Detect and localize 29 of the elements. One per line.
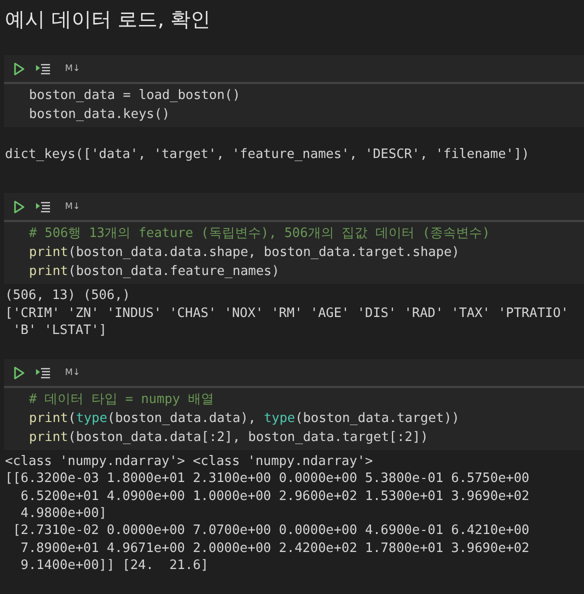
output-line: 'B' 'LSTAT'] [12,322,108,340]
run-icon[interactable] [13,200,25,214]
code-line: print(boston_data.data[:2], boston_data.target[:2]) [29,429,430,448]
section-heading: 예시 데이터 로드, 확인 [4,6,212,33]
output-line: 4.9800e+00] [20,505,108,522]
run-icon[interactable] [13,366,25,380]
code-line: boston_data.keys() [29,106,171,124]
output-line: 6.5200e+01 4.0900e+00 1.0000e+00 2.9600e+02 1.5300e+01 3.9690e+02 [20,488,530,506]
run-icon[interactable] [13,62,25,76]
code-line: print(boston_data.data.shape, boston_data.target.shape) [29,244,460,262]
output-line: 7.8900e+01 4.9671e+00 2.0000e+00 2.4200e+02 1.7800e+01 3.9690e+02 [20,540,530,557]
output-line: ['CRIM' 'ZN' 'INDUS' 'CHAS' 'NOX' 'RM' 'AGE' 'DIS' 'RAD' 'TAX' 'PTRATIO' [5,304,570,322]
code-line: print(boston_data.feature_names) [29,263,280,282]
output-line: <class 'numpy.ndarray'> <class 'numpy.ndarray'> [5,453,374,470]
markdown-toggle[interactable]: M↓ [61,64,80,74]
code-line: # 데이터 타입 = numpy 배열 [29,391,215,410]
output-line: dict_keys(['data', 'target', 'feature_names', 'DESCR', 'filename']) [5,146,530,164]
markdown-toggle[interactable]: M↓ [61,368,80,378]
code-line: print(type(boston_data.data), type(boston_data.target)) [29,410,461,428]
code-line: # 506행 13개의 feature (독립변수), 506개의 집값 데이터 (종속변수) [29,225,491,244]
output-line: (506, 13) (506,) [5,287,132,305]
code-line: boston_data = load_boston() [29,87,242,105]
markdown-toggle[interactable]: M↓ [61,202,80,212]
output-line: [[6.3200e-03 1.8000e+01 2.3100e+00 0.0000e+00 5.3800e-01 6.5750e+00 [5,470,530,488]
output-line: 9.1400e+00]] [24. 21.6] [20,556,210,574]
run-below-icon[interactable] [35,62,51,76]
run-below-icon[interactable] [35,366,51,380]
output-line: [2.7310e-02 0.0000e+00 7.0700e+00 0.0000e+00 4.6900e-01 6.4210e+00 [12,522,530,540]
run-below-icon[interactable] [35,200,51,214]
